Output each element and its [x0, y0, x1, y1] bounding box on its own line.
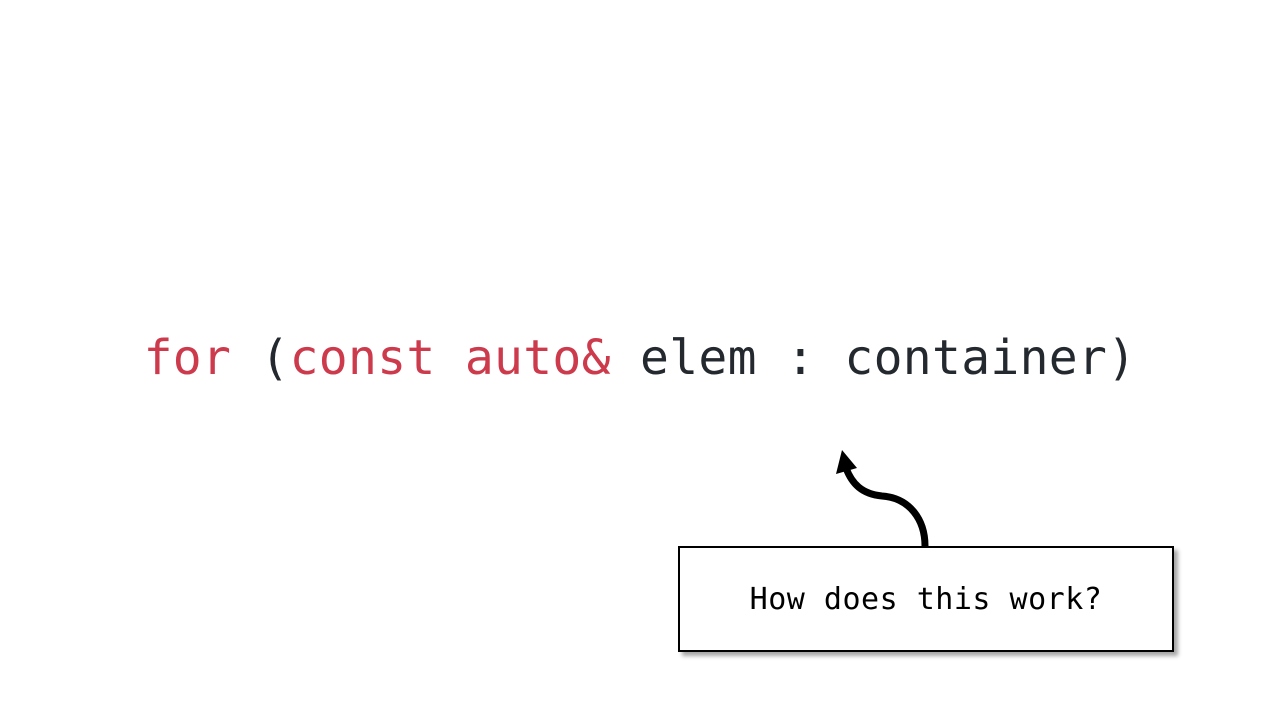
code-token-open-paren: (	[231, 330, 290, 386]
code-token-auto-ref: auto&	[464, 330, 611, 386]
callout-text: How does this work?	[749, 581, 1103, 617]
code-snippet: for (const auto& elem : container)	[0, 322, 1280, 394]
code-token-rest: elem : container)	[610, 330, 1137, 386]
curved-arrow-icon	[836, 450, 929, 547]
question-callout: How does this work?	[678, 546, 1174, 652]
code-token-for: for	[143, 330, 232, 386]
code-token-const: const	[289, 330, 436, 386]
slide: for (const auto& elem : container) How d…	[0, 0, 1280, 720]
